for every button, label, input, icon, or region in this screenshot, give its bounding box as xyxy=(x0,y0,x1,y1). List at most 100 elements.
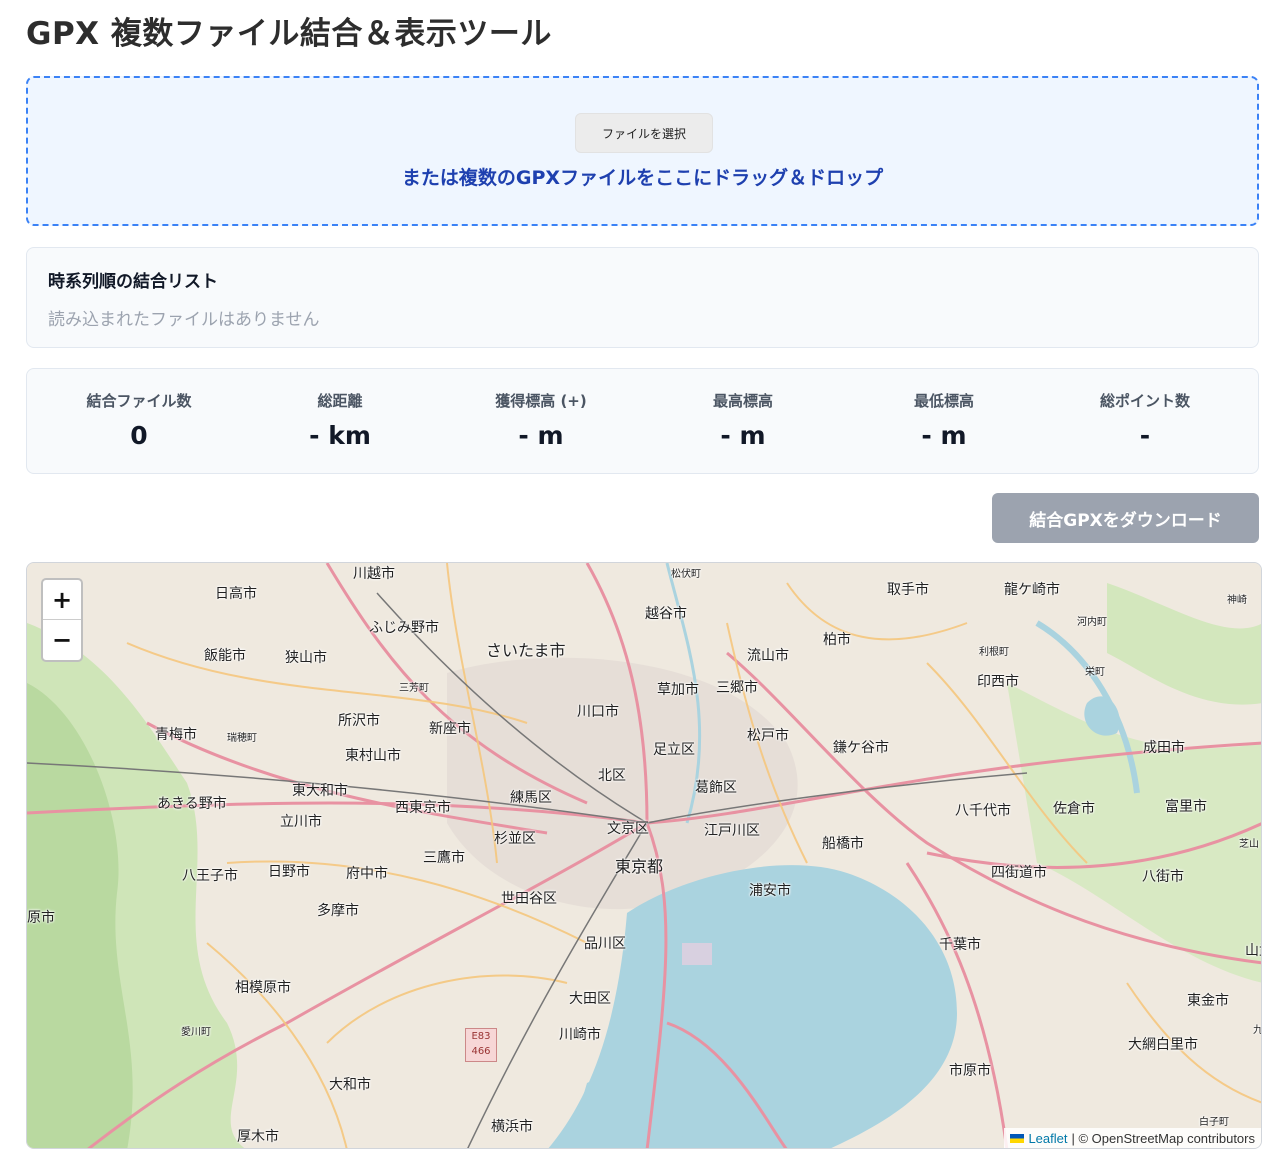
map-place-label: 神崎 xyxy=(1227,595,1247,606)
map-place-label: 八王子市 xyxy=(182,868,238,884)
map-place-label: 龍ケ崎市 xyxy=(1004,582,1060,598)
merge-list-panel: 時系列順の結合リスト 読み込まれたファイルはありません xyxy=(26,247,1259,348)
zoom-in-button[interactable]: + xyxy=(43,580,81,620)
map-place-label: 飯能市 xyxy=(204,648,246,664)
page-title: GPX 複数ファイル結合＆表示ツール xyxy=(26,16,552,52)
map-place-label: 品川区 xyxy=(584,936,626,952)
map-place-label: 東村山市 xyxy=(345,748,401,764)
map-place-label: 府中市 xyxy=(346,866,388,882)
map-place-label: 山武 xyxy=(1245,943,1261,959)
map-place-label: 狭山市 xyxy=(285,650,327,666)
file-drop-zone[interactable]: ファイルを選択 または複数のGPXファイルをここにドラッグ＆ドロップ xyxy=(26,76,1259,226)
stat-min-elevation: 最低標高 - m xyxy=(844,369,1044,473)
map-place-label: 日野市 xyxy=(268,864,310,880)
map-place-label: 印西市 xyxy=(977,674,1019,690)
map-place-label: 松伏町 xyxy=(671,569,701,580)
stat-value: - m xyxy=(921,421,967,450)
map-place-label: 栄町 xyxy=(1085,667,1105,678)
map-place-label: 相模原市 xyxy=(235,980,291,996)
map-place-label: 江戸川区 xyxy=(704,823,760,839)
map-place-label: 厚木市 xyxy=(237,1129,279,1145)
map-place-label: 東大和市 xyxy=(292,783,348,799)
map-place-label: ふじみ野市 xyxy=(369,620,439,636)
drop-instructions: または複数のGPXファイルをここにドラッグ＆ドロップ xyxy=(401,167,884,189)
map-place-label: 愛川町 xyxy=(181,1027,211,1038)
map-place-label: 利根町 xyxy=(979,647,1009,658)
stat-value: - m xyxy=(518,421,564,450)
stats-panel: 結合ファイル数 0 総距離 - km 獲得標高 (+) - m 最高標高 - m… xyxy=(26,368,1259,474)
stat-label: 総距離 xyxy=(317,392,363,410)
map-place-label: 瑞穂町 xyxy=(227,733,257,744)
map-place-label: 河内町 xyxy=(1077,617,1107,628)
map-place-label: 千葉市 xyxy=(939,937,981,953)
map-place-label: 八街市 xyxy=(1142,869,1184,885)
map-place-label: 大網白里市 xyxy=(1128,1037,1198,1053)
map-place-label: 川越市 xyxy=(353,566,395,582)
map-place-label: 三芳町 xyxy=(399,683,429,694)
stat-elevation-gain: 獲得標高 (+) - m xyxy=(441,369,641,473)
stat-value: - xyxy=(1139,421,1151,450)
download-merged-gpx-button[interactable]: 結合GPXをダウンロード xyxy=(992,493,1259,543)
map-place-label: 杉並区 xyxy=(494,831,536,847)
map-place-label: あきる野市 xyxy=(157,796,227,812)
stat-max-elevation: 最高標高 - m xyxy=(643,369,843,473)
map-place-label: 練馬区 xyxy=(510,790,552,806)
map-place-label: 八千代市 xyxy=(955,803,1011,819)
map-place-label: 白子町 xyxy=(1199,1117,1229,1128)
map-place-label: 立川市 xyxy=(280,814,322,830)
map-place-label: 三鷹市 xyxy=(423,850,465,866)
map-place-label: 東金市 xyxy=(1187,993,1229,1009)
map-place-label: 松戸市 xyxy=(747,728,789,744)
map-place-label: 西東京市 xyxy=(395,800,451,816)
map-place-label: 横浜市 xyxy=(491,1119,533,1135)
map-place-label: 大和市 xyxy=(329,1077,371,1093)
zoom-out-button[interactable]: − xyxy=(43,620,81,660)
map-place-label: 草加市 xyxy=(657,682,699,698)
map-place-label: 四街道市 xyxy=(991,865,1047,881)
map-place-label: 富里市 xyxy=(1165,799,1207,815)
ukraine-flag-icon xyxy=(1010,1133,1025,1143)
stat-value: - m xyxy=(720,421,766,450)
stat-label: 最高標高 xyxy=(712,392,773,410)
map-place-label: 取手市 xyxy=(887,582,929,598)
map-place-label: 船橋市 xyxy=(822,836,864,852)
merge-list-empty-message: 読み込まれたファイルはありません xyxy=(48,310,320,330)
road-shield-top: E83 xyxy=(471,1031,491,1042)
map-place-label: 三郷市 xyxy=(716,680,758,696)
map-place-label: 多摩市 xyxy=(317,903,359,919)
leaflet-link[interactable]: Leaflet xyxy=(1028,1131,1067,1146)
attribution-text: | © OpenStreetMap contributors xyxy=(1071,1130,1256,1146)
map-place-label: 市原市 xyxy=(949,1063,991,1079)
map-place-label: 文京区 xyxy=(607,821,649,837)
map-place-label: 東京都 xyxy=(615,857,664,876)
stat-file-count: 結合ファイル数 0 xyxy=(39,369,239,473)
map-place-label: 新座市 xyxy=(429,721,471,737)
stat-value: 0 xyxy=(130,421,148,450)
map-place-label: 世田谷区 xyxy=(501,891,557,907)
map-place-label: 原市 xyxy=(27,910,55,926)
map-place-label: さいたま市 xyxy=(486,641,566,660)
map-place-label: 川崎市 xyxy=(559,1027,601,1043)
map-place-label: 浦安市 xyxy=(749,883,791,899)
map-place-label: 川口市 xyxy=(577,704,619,720)
map-place-label: 青梅市 xyxy=(155,727,197,743)
choose-file-button[interactable]: ファイルを選択 xyxy=(575,113,713,153)
map-attribution: Leaflet | © OpenStreetMap contributors xyxy=(1004,1128,1261,1148)
stat-value: - km xyxy=(309,421,371,450)
map-place-label: 所沢市 xyxy=(338,713,380,729)
zoom-control: + − xyxy=(41,578,83,662)
map-place-label: 越谷市 xyxy=(645,606,687,622)
map-place-label: 柏市 xyxy=(823,632,851,648)
map-place-label: 芝山 xyxy=(1239,839,1259,850)
map-place-label: 鎌ケ谷市 xyxy=(833,740,889,756)
stat-label: 結合ファイル数 xyxy=(86,392,192,410)
stat-total-distance: 総距離 - km xyxy=(240,369,440,473)
map-place-label: 北区 xyxy=(598,768,626,784)
stat-label: 獲得標高 (+) xyxy=(495,392,587,410)
map-view[interactable]: + − E83 466 川越市 松伏町 日高市 越谷市 取手市 龍ケ崎市 神崎 … xyxy=(26,562,1262,1149)
road-shield-bottom: 466 xyxy=(471,1046,491,1057)
map-place-label: 流山市 xyxy=(747,648,789,664)
map-place-label: 大田区 xyxy=(569,991,611,1007)
map-place-label: 九 xyxy=(1253,1025,1262,1036)
stat-label: 総ポイント数 xyxy=(1099,392,1190,410)
